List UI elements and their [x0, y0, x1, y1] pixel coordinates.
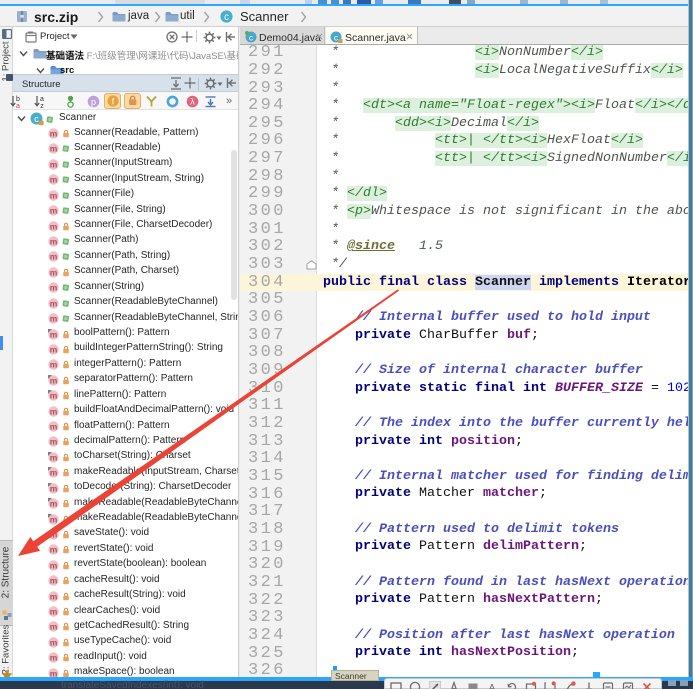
- svg-text:A: A: [489, 683, 496, 689]
